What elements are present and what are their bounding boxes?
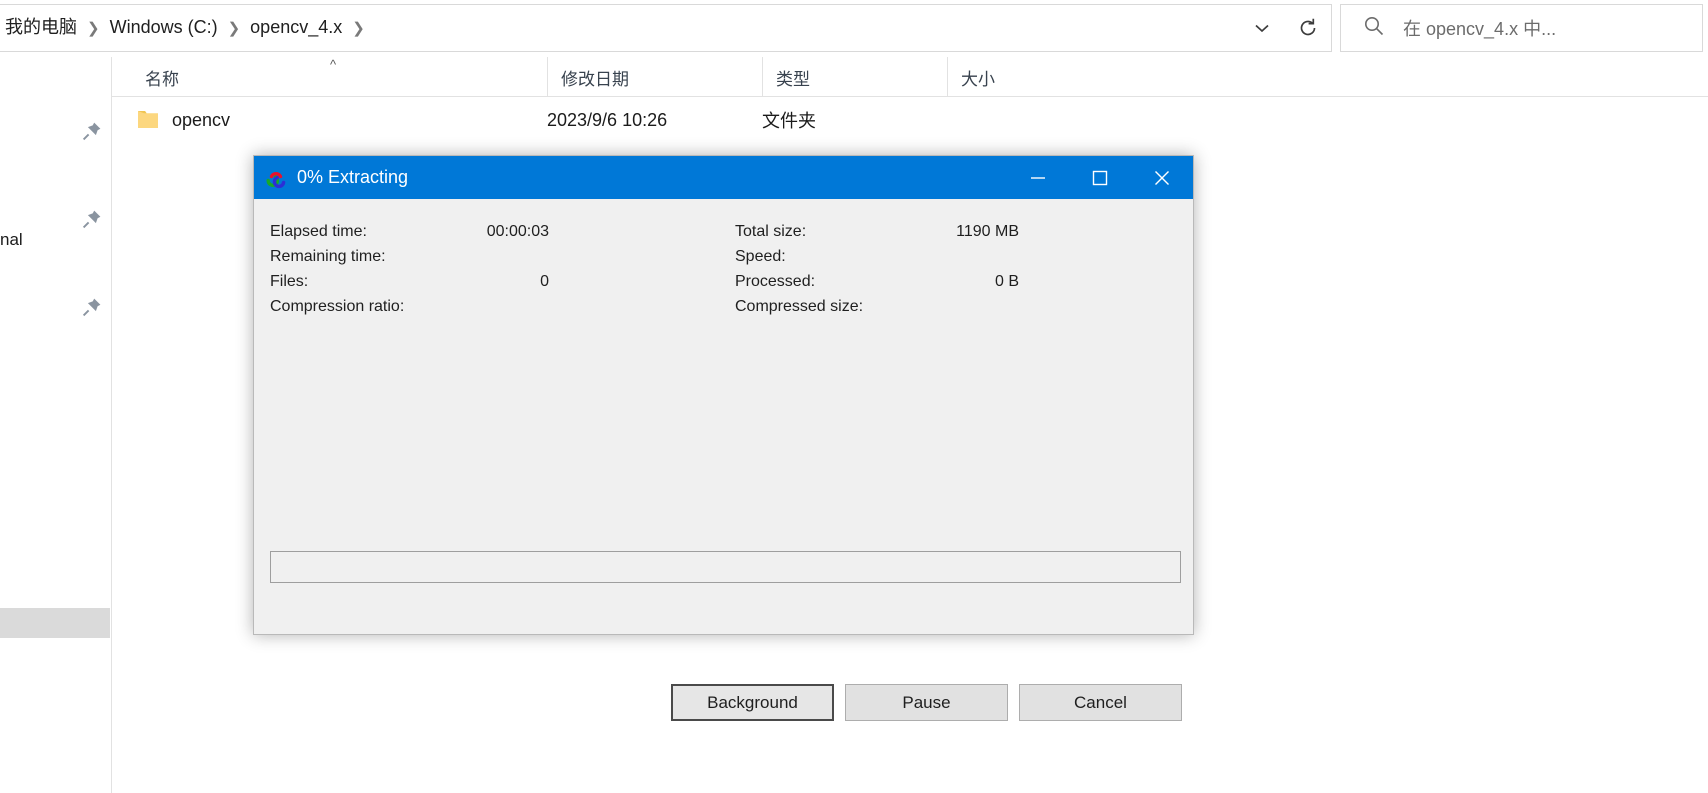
column-header-size-label: 大小	[961, 69, 995, 89]
address-bar[interactable]: 我的电脑 ❯ Windows (C:) ❯ opencv_4.x ❯	[0, 4, 1332, 52]
chevron-down-icon[interactable]	[1240, 5, 1284, 51]
chevron-right-icon[interactable]: ❯	[82, 19, 105, 37]
dialog-button-row: Background Pause Cancel	[254, 684, 1193, 724]
column-header-size[interactable]: 大小	[947, 57, 1072, 97]
chevron-right-icon[interactable]: ❯	[347, 19, 370, 37]
cell-name: opencv	[172, 109, 231, 130]
label-processed: Processed:	[735, 273, 816, 290]
label-compression-ratio: Compression ratio:	[270, 298, 405, 315]
breadcrumb-item-0[interactable]: 我的电脑	[0, 12, 82, 43]
address-bar-row: 我的电脑 ❯ Windows (C:) ❯ opencv_4.x ❯ 在 ope…	[0, 0, 1708, 57]
minimize-icon[interactable]	[1007, 156, 1069, 199]
label-remaining-time: Remaining time:	[270, 248, 386, 265]
folder-icon	[138, 110, 158, 129]
column-header-modified-label: 修改日期	[561, 69, 629, 89]
refresh-icon[interactable]	[1285, 5, 1331, 51]
background-button[interactable]: Background	[671, 684, 834, 721]
search-placeholder: 在 opencv_4.x 中...	[1403, 19, 1557, 39]
navigation-pane: nal	[0, 57, 112, 793]
label-total-size: Total size:	[735, 223, 807, 240]
breadcrumb[interactable]: 我的电脑 ❯ Windows (C:) ❯ opencv_4.x ❯	[0, 12, 1240, 43]
column-header-type[interactable]: 类型	[762, 57, 947, 97]
breadcrumb-item-1[interactable]: Windows (C:)	[105, 12, 223, 43]
table-row[interactable]: opencv 2023/9/6 10:26 文件夹	[112, 102, 1708, 138]
value-elapsed-time: 00:00:03	[486, 223, 549, 240]
dialog-title: 0% Extracting	[297, 167, 409, 187]
search-input[interactable]: 在 opencv_4.x 中...	[1340, 4, 1703, 52]
pin-icon[interactable]	[81, 208, 103, 230]
column-header-name-label: 名称	[145, 69, 179, 89]
cell-size	[947, 102, 1067, 138]
pin-icon[interactable]	[81, 296, 103, 318]
cell-modified: 2023/9/6 10:26	[547, 109, 668, 130]
column-header-row: ^ 名称 修改日期 类型 大小	[112, 57, 1708, 97]
label-compressed-size: Compressed size:	[735, 298, 864, 315]
extract-progress-dialog: 0% Extracting Elapsed time: 00:00:03 Rem…	[253, 155, 1194, 721]
label-speed: Speed:	[735, 248, 786, 265]
pause-button[interactable]: Pause	[845, 684, 1008, 721]
chevron-right-icon[interactable]: ❯	[223, 19, 246, 37]
sevenzip-icon	[264, 166, 288, 190]
cell-type: 文件夹	[762, 111, 816, 131]
maximize-icon[interactable]	[1069, 156, 1131, 199]
value-total-size: 1190 MB	[956, 223, 1019, 240]
progress-bar	[270, 551, 1181, 583]
nav-item-selected[interactable]	[0, 608, 110, 638]
column-header-modified[interactable]: 修改日期	[547, 57, 762, 97]
nav-item-label-clipped[interactable]: nal	[0, 230, 23, 250]
pin-icon[interactable]	[81, 120, 103, 142]
dialog-body: Elapsed time: 00:00:03 Remaining time: F…	[254, 199, 1193, 634]
dialog-title-bar[interactable]: 0% Extracting	[254, 156, 1193, 199]
value-files: 0	[540, 273, 549, 290]
label-elapsed-time: Elapsed time:	[270, 223, 367, 240]
cancel-button[interactable]: Cancel	[1019, 684, 1182, 721]
search-icon	[1363, 15, 1385, 42]
close-icon[interactable]	[1131, 156, 1193, 199]
label-files: Files:	[270, 273, 309, 290]
column-header-name[interactable]: 名称	[132, 57, 547, 97]
column-header-type-label: 类型	[776, 69, 810, 89]
breadcrumb-item-2[interactable]: opencv_4.x	[245, 12, 347, 43]
value-processed: 0 B	[994, 273, 1019, 290]
